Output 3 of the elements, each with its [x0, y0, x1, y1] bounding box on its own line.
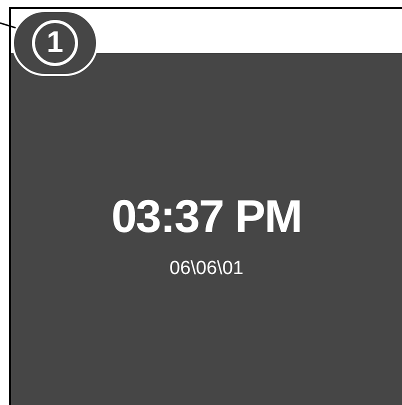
callout-number: 1	[32, 20, 78, 66]
clock-date: 06\06\01	[170, 259, 244, 278]
clock-time: 03:37 PM	[111, 193, 302, 239]
